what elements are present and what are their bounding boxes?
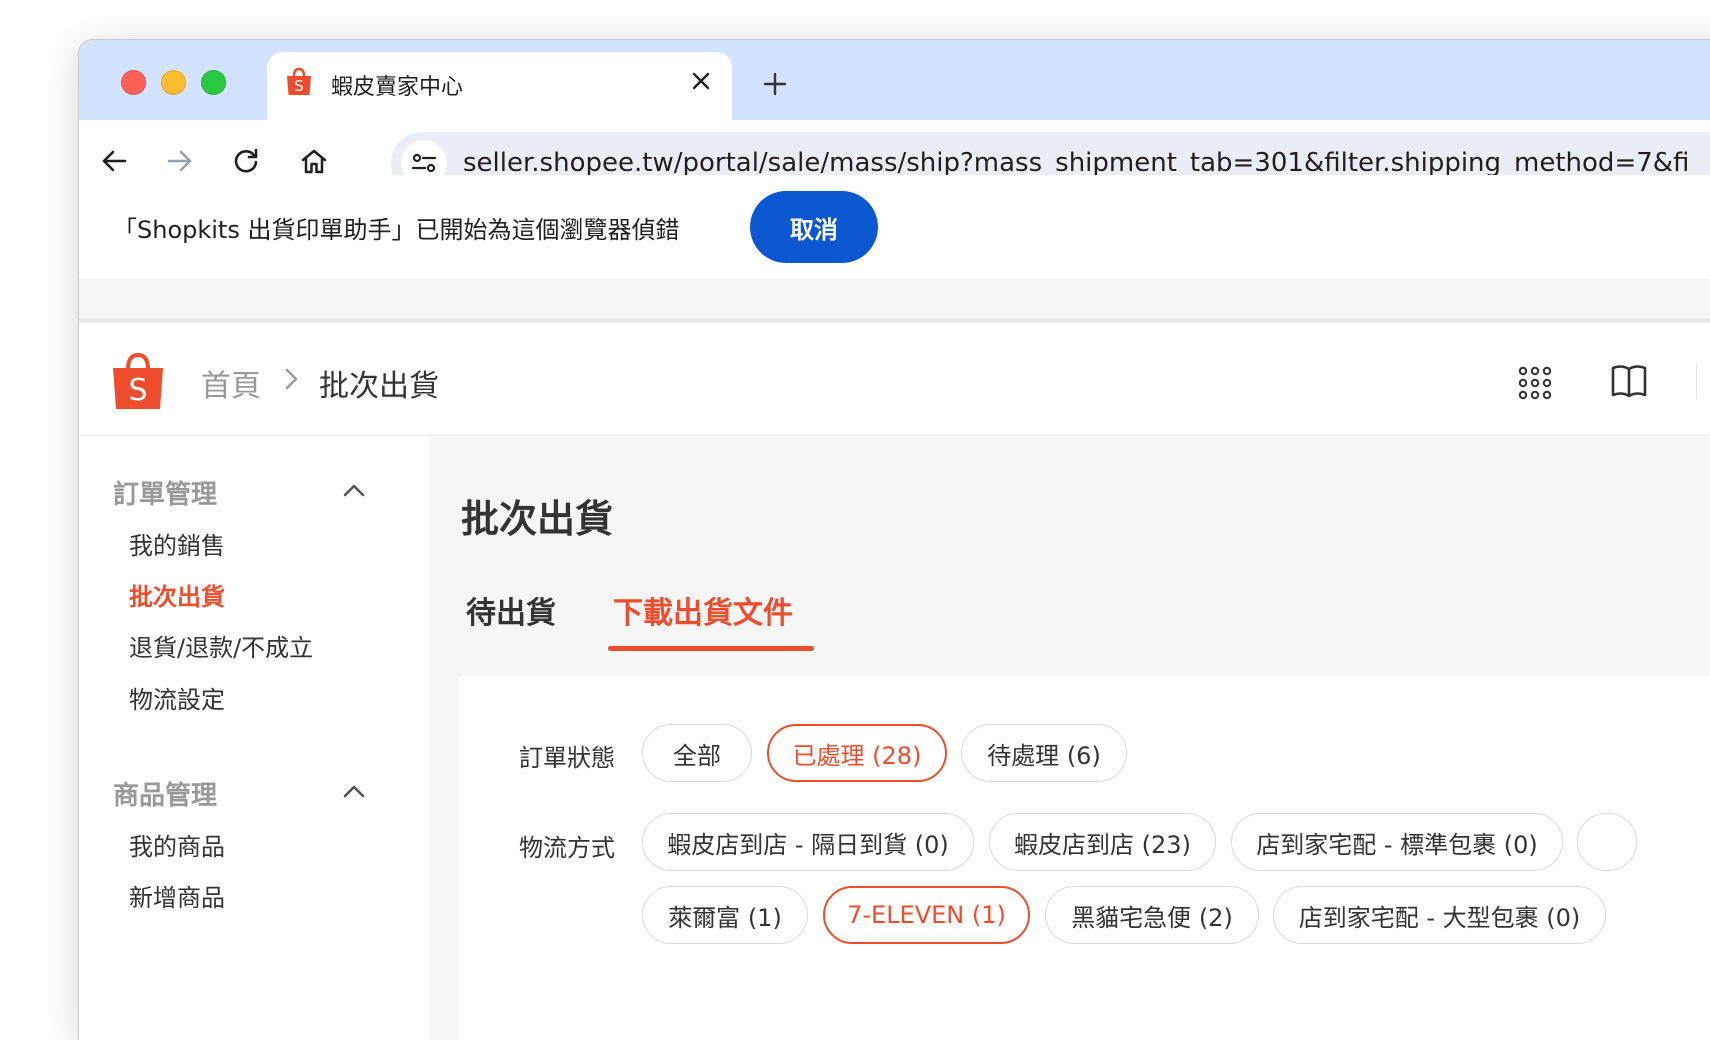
browser-window: S 蝦皮賣家中心 seller.shopee.tw/portal/sale/ma… — [79, 40, 1710, 1040]
shipping-chip-home-large[interactable]: 店到家宅配 - 大型包裹 (0) — [1273, 886, 1606, 944]
shipping-chip-hilife[interactable]: 萊爾富 (1) — [642, 886, 808, 944]
sidebar-item-add-product[interactable]: 新增商品 — [129, 878, 225, 913]
order-status-label: 訂單狀態 — [519, 744, 615, 772]
sidebar-group-product-management[interactable]: 商品管理 — [113, 775, 217, 812]
breadcrumb-current: 批次出貨 — [319, 369, 439, 404]
status-chip-pending[interactable]: 待處理 (6) — [961, 724, 1127, 782]
new-tab-icon[interactable] — [757, 66, 793, 102]
svg-text:S: S — [128, 373, 147, 408]
debug-infobar: 「Shopkits 出貨印單助手」已開始為這個瀏覽器偵錯 取消 — [79, 175, 1710, 279]
shopee-favicon-icon: S — [287, 67, 311, 95]
chevron-right-icon — [285, 368, 298, 390]
shipping-chip-black-cat[interactable]: 黑貓宅急便 (2) — [1045, 886, 1259, 944]
header-divider — [1696, 363, 1697, 399]
shipping-method-label: 物流方式 — [519, 834, 615, 862]
sidebar-item-returns[interactable]: 退貨/退款/不成立 — [129, 628, 313, 663]
page-header: S 首頁 批次出貨 — [79, 323, 1710, 436]
cancel-debug-button[interactable]: 取消 — [750, 191, 878, 263]
status-chip-all[interactable]: 全部 — [642, 724, 752, 782]
browser-tab[interactable]: S 蝦皮賣家中心 — [267, 52, 732, 122]
shopee-logo-icon[interactable]: S — [111, 353, 165, 411]
tab-to-ship[interactable]: 待出貨 — [466, 588, 556, 632]
chevron-up-icon[interactable] — [341, 478, 367, 504]
shipping-chip-home-standard[interactable]: 店到家宅配 - 標準包裹 (0) — [1231, 813, 1563, 871]
breadcrumb-home[interactable]: 首頁 — [201, 361, 261, 405]
chevron-up-icon[interactable] — [341, 779, 367, 805]
browser-titlebar: S 蝦皮賣家中心 — [79, 40, 1710, 122]
zoom-window-button[interactable] — [201, 70, 226, 95]
filter-card: 訂單狀態 全部 已處理 (28) 待處理 (6) 物流方式 蝦皮店到店 - 隔日… — [459, 676, 1710, 1040]
active-tab-indicator — [608, 646, 814, 651]
page-title: 批次出貨 — [461, 497, 614, 541]
svg-text:S: S — [294, 77, 304, 95]
tab-download-shipping-docs[interactable]: 下載出貨文件 — [613, 588, 793, 632]
sidebar-group-order-management[interactable]: 訂單管理 — [113, 474, 217, 511]
tab-close-icon[interactable] — [686, 66, 716, 96]
shipping-chip-overflow[interactable] — [1577, 813, 1637, 871]
shipping-chip-shopee-store[interactable]: 蝦皮店到店 (23) — [989, 813, 1216, 871]
url-text: seller.shopee.tw/portal/sale/mass/ship?m… — [463, 148, 1690, 178]
infobar-message: 「Shopkits 出貨印單助手」已開始為這個瀏覽器偵錯 — [113, 216, 680, 244]
sidebar: 訂單管理 我的銷售 批次出貨 退貨/退款/不成立 物流設定 商品管理 我的商品 … — [79, 436, 429, 1040]
close-window-button[interactable] — [121, 70, 146, 95]
tab-title: 蝦皮賣家中心 — [331, 75, 464, 100]
main-content: 批次出貨 待出貨 下載出貨文件 訂單狀態 全部 已處理 (28) 待處理 (6)… — [429, 436, 1710, 1040]
sidebar-item-my-products[interactable]: 我的商品 — [129, 827, 225, 862]
shipping-chip-7eleven[interactable]: 7-ELEVEN (1) — [823, 886, 1030, 944]
shipping-chip-shopee-next-day[interactable]: 蝦皮店到店 - 隔日到貨 (0) — [642, 813, 974, 871]
sidebar-item-shipping-settings[interactable]: 物流設定 — [129, 680, 225, 715]
sidebar-item-my-sales[interactable]: 我的銷售 — [129, 526, 225, 561]
sidebar-item-mass-ship[interactable]: 批次出貨 — [129, 577, 225, 612]
status-chip-processed[interactable]: 已處理 (28) — [767, 724, 947, 782]
minimize-window-button[interactable] — [161, 70, 186, 95]
book-icon[interactable] — [1609, 361, 1649, 401]
apps-grid-icon[interactable] — [1515, 363, 1555, 403]
